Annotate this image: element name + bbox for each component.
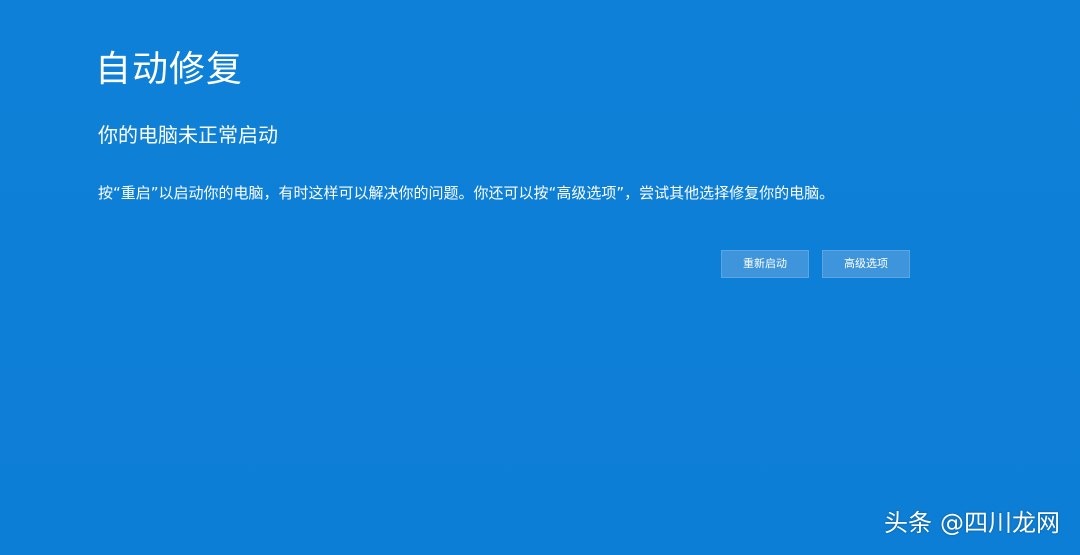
watermark: 头条 @四川龙网 xyxy=(884,507,1060,539)
watermark-source: 头条 xyxy=(884,509,932,537)
advanced-options-button[interactable]: 高级选项 xyxy=(822,250,910,278)
page-subtitle: 你的电脑未正常启动 xyxy=(98,123,278,147)
restart-button[interactable]: 重新启动 xyxy=(721,250,809,278)
watermark-handle: @四川龙网 xyxy=(940,509,1060,537)
page-title: 自动修复 xyxy=(95,49,244,90)
recovery-message: 按“重启”以启动你的电脑，有时这样可以解决你的问题。你还可以按“高级选项”，尝试… xyxy=(98,184,835,202)
recovery-screen: 自动修复 你的电脑未正常启动 按“重启”以启动你的电脑，有时这样可以解决你的问题… xyxy=(0,0,1080,555)
